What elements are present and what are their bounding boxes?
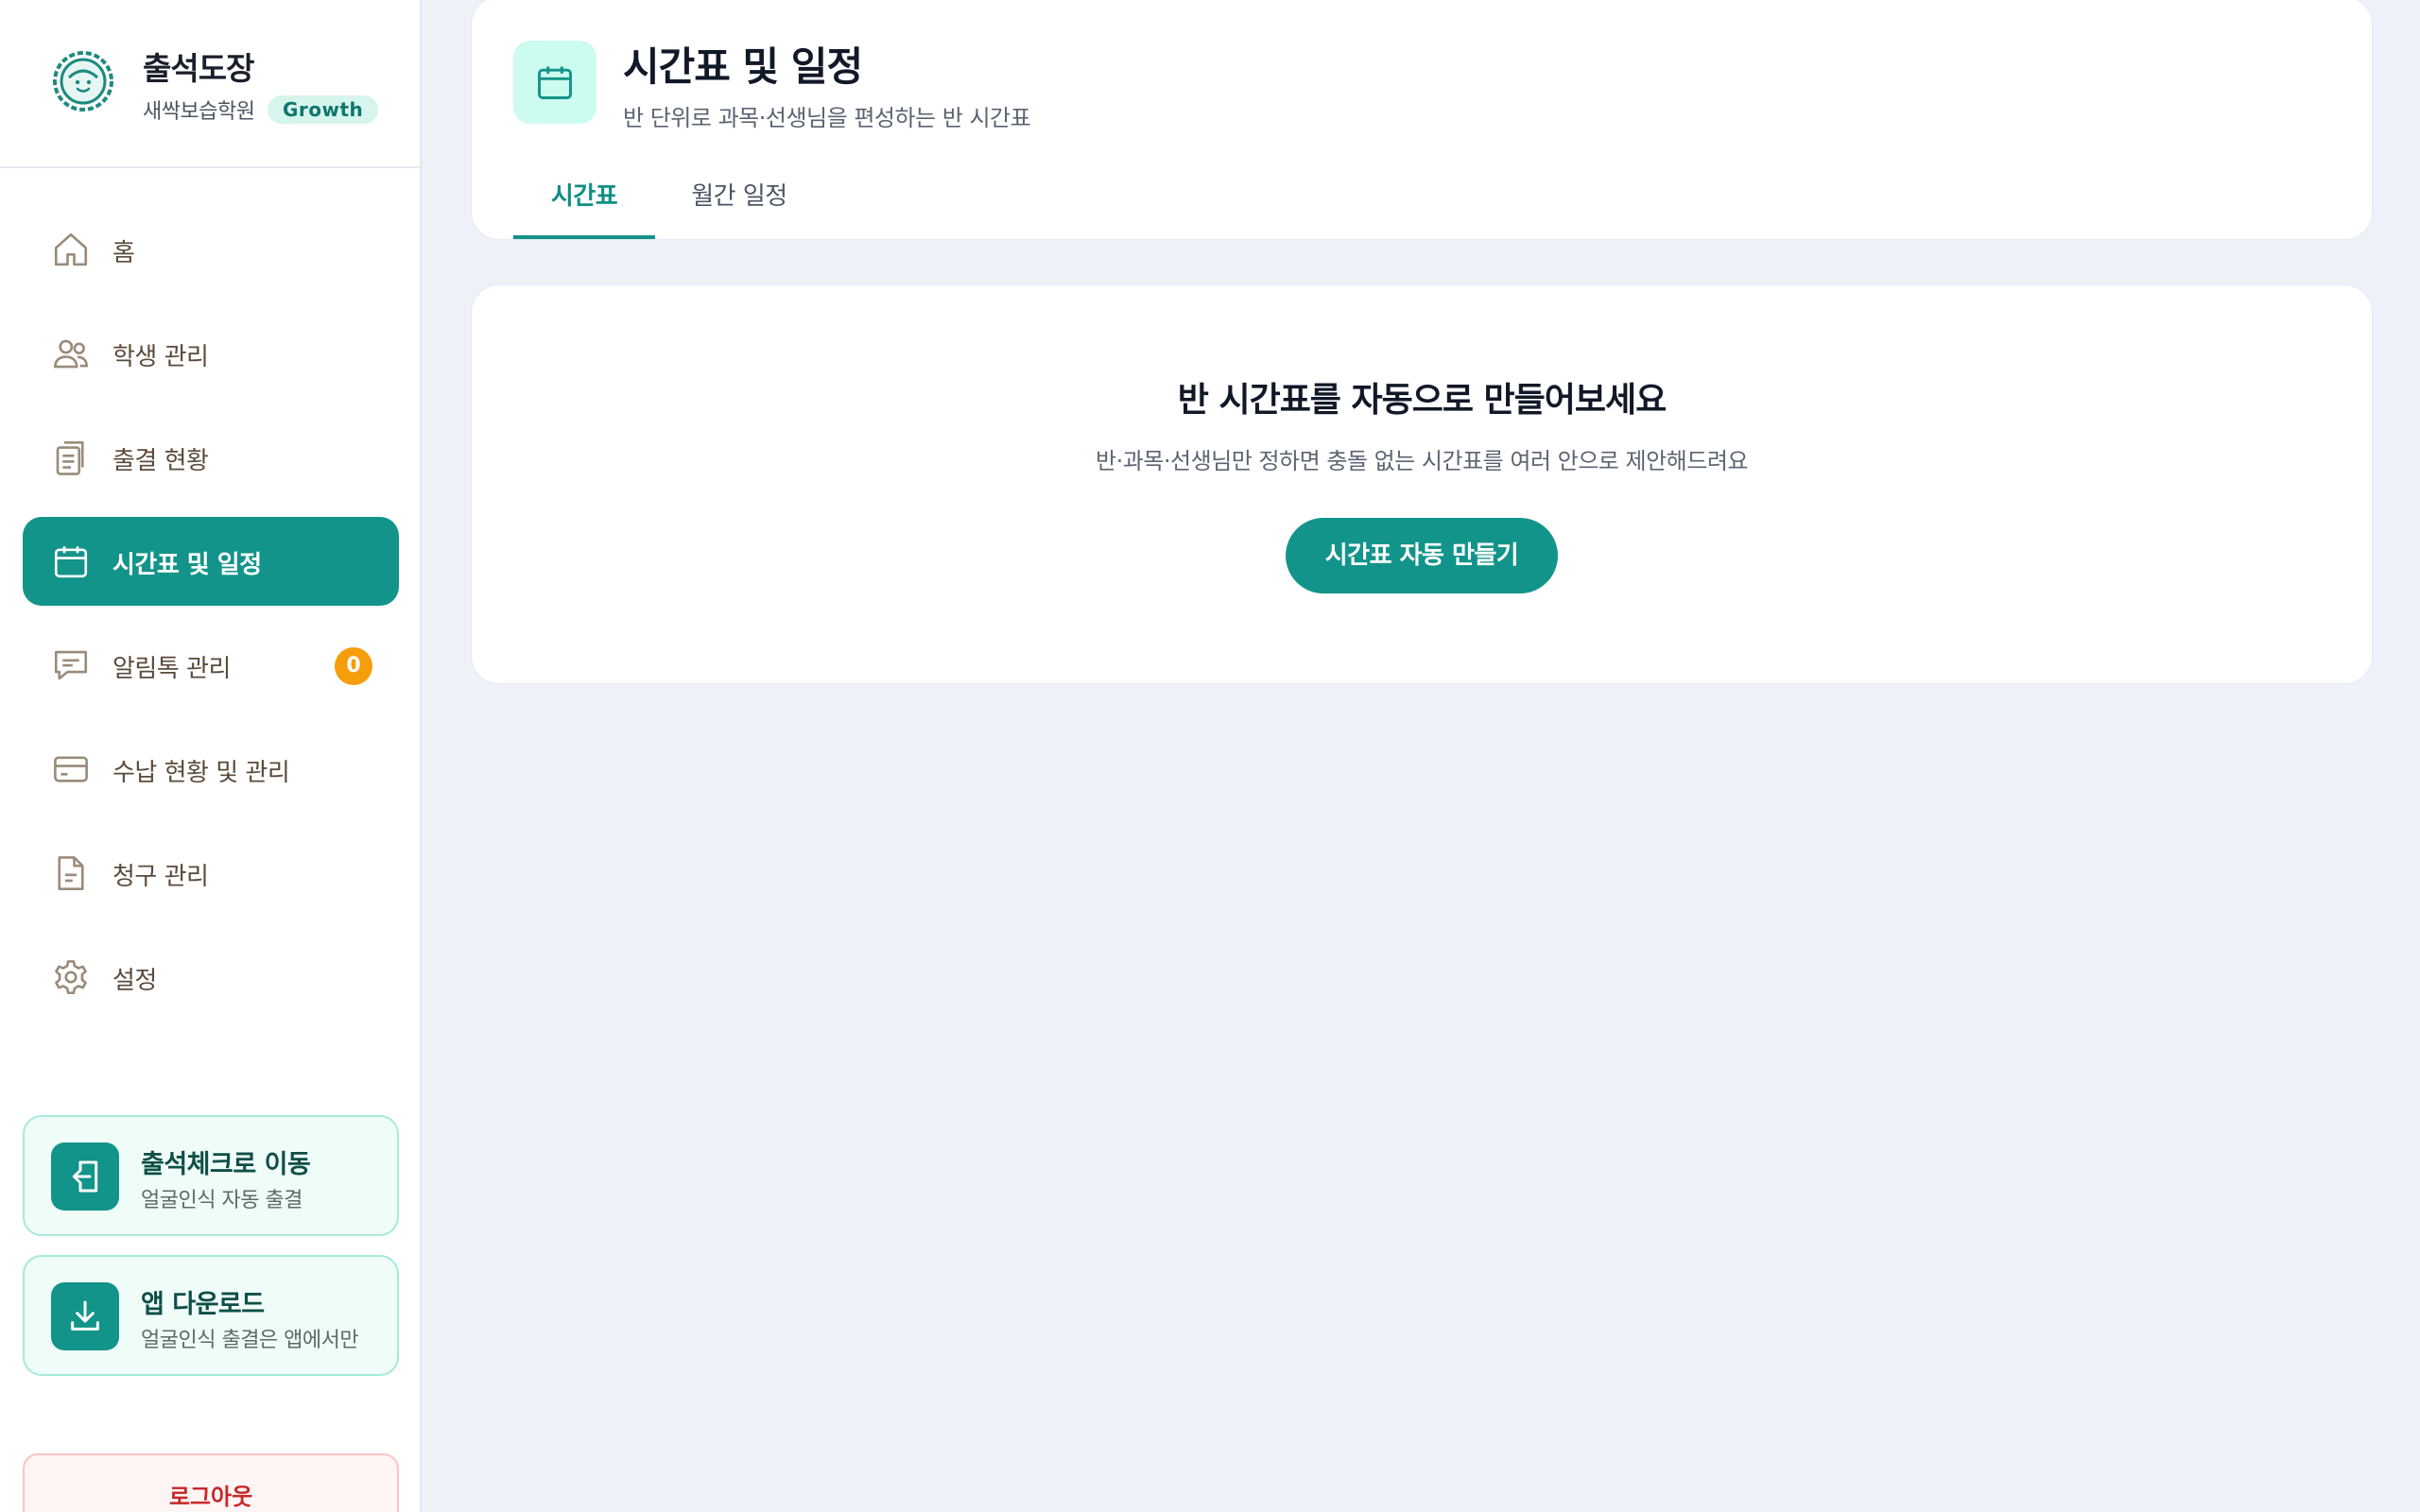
sidebar-item-billing[interactable]: 청구 관리: [23, 829, 399, 918]
sidebar: 출석도장 새싹보습학원 Growth 홈 학생 관리 출결 현황 시간표 및 일…: [0, 0, 422, 1512]
sidebar-item-label: 시간표 및 일정: [112, 551, 262, 579]
promo-subtitle: 얼굴인식 자동 출결: [141, 1189, 302, 1212]
promo-subtitle: 얼굴인식 출결은 앱에서만: [141, 1329, 359, 1352]
message-icon: [51, 645, 91, 685]
brand-header: 출석도장 새싹보습학원 Growth: [0, 0, 420, 168]
plan-badge: Growth: [268, 95, 379, 124]
sidebar-item-label: 청구 관리: [112, 863, 209, 891]
tab-monthly-schedule[interactable]: 월간 일정: [668, 177, 810, 239]
sidebar-item-label: 홈: [112, 239, 135, 267]
clipboard-icon: [51, 438, 91, 477]
sidebar-item-attendance[interactable]: 출결 현황: [23, 413, 399, 502]
sidebar-item-alimtalk[interactable]: 알림톡 관리 0: [23, 621, 399, 710]
promo-title: 앱 다운로드: [141, 1290, 265, 1319]
empty-state-title: 반 시간표를 자동으로 만들어보세요: [1177, 381, 1667, 420]
app-download-card[interactable]: 앱 다운로드 얼굴인식 출결은 앱에서만: [23, 1255, 399, 1376]
home-icon: [51, 230, 91, 269]
sidebar-item-students[interactable]: 학생 관리: [23, 309, 399, 398]
tab-timetable[interactable]: 시간표: [513, 177, 655, 239]
sidebar-item-label: 설정: [112, 967, 157, 995]
empty-state-description: 반·과목·선생님만 정하면 충돌 없는 시간표를 여러 안으로 제안해드려요: [1096, 448, 1748, 474]
logo-icon: [53, 51, 113, 112]
download-icon: [51, 1282, 119, 1350]
brand-name: 출석도장: [143, 50, 254, 87]
sidebar-item-settings[interactable]: 설정: [23, 933, 399, 1022]
page-header: 시간표 및 일정 반 단위로 과목·선생님을 편성하는 반 시간표 시간표 월간…: [471, 0, 2373, 240]
sidebar-item-label: 수납 현황 및 관리: [112, 759, 290, 787]
sidebar-item-schedule[interactable]: 시간표 및 일정: [23, 517, 399, 606]
sidebar-item-label: 알림톡 관리: [112, 655, 231, 683]
sidebar-item-payments[interactable]: 수납 현황 및 관리: [23, 725, 399, 814]
alimtalk-count-badge: 0: [335, 647, 372, 685]
credit-card-icon: [51, 749, 91, 789]
promo-title: 출석체크로 이동: [141, 1150, 311, 1179]
page-title: 시간표 및 일정: [623, 43, 863, 90]
sidebar-item-label: 출결 현황: [112, 447, 209, 475]
page-subtitle: 반 단위로 과목·선생님을 편성하는 반 시간표: [623, 105, 1031, 131]
sidebar-item-home[interactable]: 홈: [23, 205, 399, 294]
academy-name: 새싹보습학원: [143, 100, 255, 124]
timetable-empty-state: 반 시간표를 자동으로 만들어보세요 반·과목·선생님만 정하면 충돌 없는 시…: [471, 284, 2373, 684]
auto-create-timetable-button[interactable]: 시간표 자동 만들기: [1286, 518, 1558, 593]
enter-icon: [51, 1143, 119, 1211]
logout-button[interactable]: 로그아웃: [23, 1453, 399, 1512]
users-icon: [51, 334, 91, 373]
sidebar-item-label: 학생 관리: [112, 343, 209, 371]
calendar-icon: [51, 541, 91, 581]
gear-icon: [51, 957, 91, 997]
document-icon: [51, 853, 91, 893]
go-to-attendance-check-card[interactable]: 출석체크로 이동 얼굴인식 자동 출결: [23, 1115, 399, 1236]
calendar-icon: [513, 41, 596, 124]
